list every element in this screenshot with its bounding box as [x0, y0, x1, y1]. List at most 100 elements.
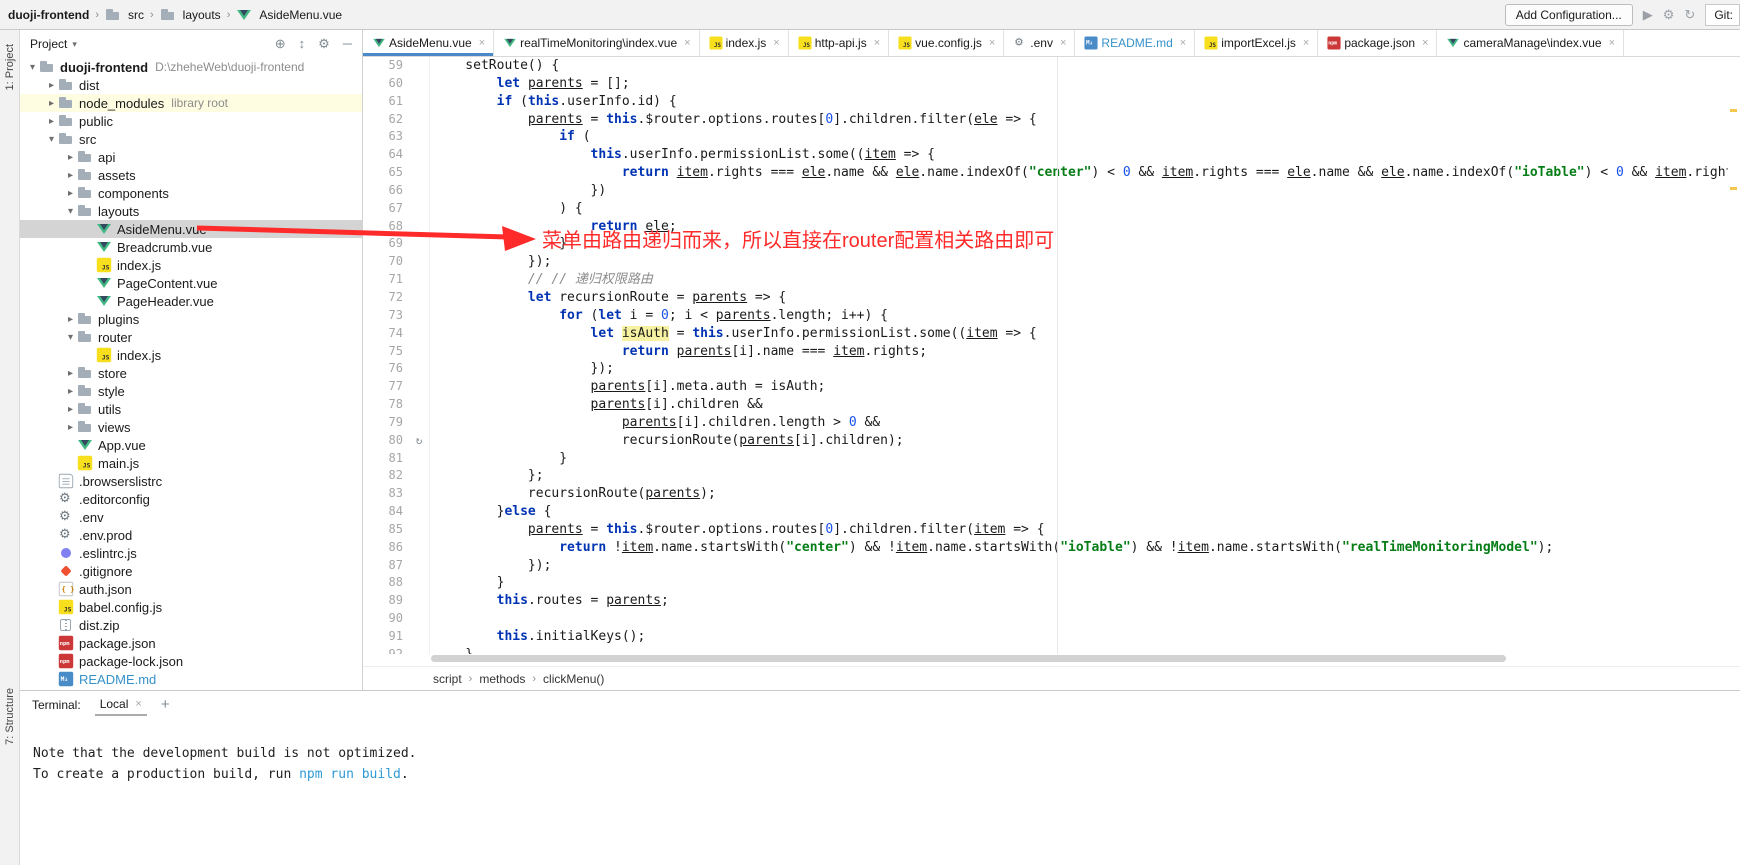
close-icon[interactable]: ×: [135, 698, 141, 710]
tree-item-duoji-frontend[interactable]: ▾duoji-frontendD:\zheheWeb\duoji-fronten…: [20, 58, 362, 76]
editor-tab-importexcel.js[interactable]: importExcel.js×: [1195, 30, 1318, 56]
line-number[interactable]: 60: [363, 75, 409, 93]
editor-tab-readme.md[interactable]: README.md×: [1075, 30, 1195, 56]
chevron-right-icon[interactable]: ▸: [64, 170, 77, 181]
code-line-78[interactable]: 78 parents[i].children &&: [363, 396, 1728, 414]
terminal-tab-local[interactable]: Local ×: [95, 693, 147, 716]
line-number[interactable]: 88: [363, 574, 409, 592]
line-number[interactable]: 85: [363, 521, 409, 539]
editor-tab-.env[interactable]: .env×: [1004, 30, 1075, 56]
close-icon[interactable]: ×: [1609, 37, 1615, 49]
code-line-61[interactable]: 61 if (this.userInfo.id) {: [363, 93, 1728, 111]
code-line-62[interactable]: 62 parents = this.$router.options.routes…: [363, 111, 1728, 129]
run-icon[interactable]: ▶: [1643, 8, 1653, 21]
tree-item-.editorconfig[interactable]: .editorconfig: [20, 490, 362, 508]
add-configuration-button[interactable]: Add Configuration...: [1505, 4, 1633, 26]
close-icon[interactable]: ×: [1303, 37, 1309, 49]
chevron-right-icon[interactable]: ▸: [45, 80, 58, 91]
chevron-right-icon[interactable]: ▸: [64, 404, 77, 415]
close-icon[interactable]: ×: [874, 37, 880, 49]
line-number[interactable]: 72: [363, 289, 409, 307]
code-line-64[interactable]: 64 this.userInfo.permissionList.some((it…: [363, 146, 1728, 164]
tree-item-views[interactable]: ▸views: [20, 418, 362, 436]
chevron-right-icon[interactable]: ▸: [64, 386, 77, 397]
line-number[interactable]: 75: [363, 343, 409, 361]
editor-tab-asidemenu.vue[interactable]: AsideMenu.vue×: [363, 30, 494, 56]
chevron-right-icon[interactable]: ▸: [45, 98, 58, 109]
code-line-85[interactable]: 85 parents = this.$router.options.routes…: [363, 521, 1728, 539]
line-number[interactable]: 69: [363, 235, 409, 253]
chevron-down-icon[interactable]: ▾: [64, 332, 77, 343]
chevron-down-icon[interactable]: ▾: [64, 206, 77, 217]
editor-tab-http-api.js[interactable]: http-api.js×: [789, 30, 889, 56]
code-line-74[interactable]: 74 let isAuth = this.userInfo.permission…: [363, 325, 1728, 343]
close-icon[interactable]: ×: [773, 37, 779, 49]
tree-item-node_modules[interactable]: ▸node_moduleslibrary root: [20, 94, 362, 112]
tree-item-breadcrumb.vue[interactable]: Breadcrumb.vue: [20, 238, 362, 256]
tree-item-.gitignore[interactable]: .gitignore: [20, 562, 362, 580]
code-line-92[interactable]: 92 },: [363, 646, 1728, 654]
code-line-84[interactable]: 84 }else {: [363, 503, 1728, 521]
chevron-right-icon[interactable]: ▸: [64, 368, 77, 379]
horizontal-scrollbar[interactable]: [431, 655, 1506, 662]
sync-icon[interactable]: ↻: [1684, 8, 1695, 21]
editor-tab-realtimemonitoring-index.vue[interactable]: realTimeMonitoring\index.vue×: [494, 30, 699, 56]
inspection-scroll-column[interactable]: [1728, 57, 1740, 654]
code-line-67[interactable]: 67 ) {: [363, 200, 1728, 218]
tree-item-dist[interactable]: ▸dist: [20, 76, 362, 94]
code-line-86[interactable]: 86 return !item.name.startsWith("center"…: [363, 539, 1728, 557]
tree-item-layouts[interactable]: ▾layouts: [20, 202, 362, 220]
code-line-66[interactable]: 66 }): [363, 182, 1728, 200]
tree-item-index.js[interactable]: index.js: [20, 256, 362, 274]
tree-item-auth.json[interactable]: auth.json: [20, 580, 362, 598]
chevron-down-icon[interactable]: ▾: [45, 134, 58, 145]
line-number[interactable]: 70: [363, 253, 409, 271]
close-icon[interactable]: ×: [1422, 37, 1428, 49]
close-icon[interactable]: ×: [684, 37, 690, 49]
settings-icon[interactable]: ⚙: [1663, 8, 1675, 21]
code-line-80[interactable]: 80↻ recursionRoute(parents[i].children);: [363, 432, 1728, 450]
line-number[interactable]: 87: [363, 557, 409, 575]
tree-item-dist.zip[interactable]: dist.zip: [20, 616, 362, 634]
line-number[interactable]: 92: [363, 646, 409, 654]
code-line-65[interactable]: 65 return item.rights === ele.name && el…: [363, 164, 1728, 182]
close-icon[interactable]: ×: [989, 37, 995, 49]
tree-item-assets[interactable]: ▸assets: [20, 166, 362, 184]
line-number[interactable]: 74: [363, 325, 409, 343]
line-number[interactable]: 63: [363, 128, 409, 146]
editor-tab-cameramanage-index.vue[interactable]: cameraManage\index.vue×: [1437, 30, 1624, 56]
tree-item-.env[interactable]: .env: [20, 508, 362, 526]
line-number[interactable]: 81: [363, 450, 409, 468]
tree-item-asidemenu.vue[interactable]: AsideMenu.vue: [20, 220, 362, 238]
editor-tab-vue.config.js[interactable]: vue.config.js×: [889, 30, 1004, 56]
line-number[interactable]: 77: [363, 378, 409, 396]
tree-item-readme.md[interactable]: README.md: [20, 670, 362, 688]
editor-breadcrumb-methods[interactable]: methods: [479, 672, 525, 686]
tree-item-app.vue[interactable]: App.vue: [20, 436, 362, 454]
code-line-59[interactable]: 59 setRoute() {: [363, 57, 1728, 75]
line-number[interactable]: 90: [363, 610, 409, 628]
code-line-83[interactable]: 83 recursionRoute(parents);: [363, 485, 1728, 503]
terminal-output[interactable]: Note that the development build is not o…: [20, 718, 1740, 785]
tree-item-components[interactable]: ▸components: [20, 184, 362, 202]
close-icon[interactable]: ×: [1180, 37, 1186, 49]
tree-item-utils[interactable]: ▸utils: [20, 400, 362, 418]
code-line-70[interactable]: 70 });: [363, 253, 1728, 271]
tree-item-index.js[interactable]: index.js: [20, 346, 362, 364]
line-number[interactable]: 62: [363, 111, 409, 129]
line-number[interactable]: 80: [363, 432, 409, 450]
code-line-90[interactable]: 90: [363, 610, 1728, 628]
chevron-right-icon[interactable]: ▸: [45, 116, 58, 127]
gear-icon[interactable]: ⚙: [318, 36, 330, 52]
line-number[interactable]: 66: [363, 182, 409, 200]
line-number[interactable]: 67: [363, 200, 409, 218]
line-number[interactable]: 59: [363, 57, 409, 75]
tree-item-.env.prod[interactable]: .env.prod: [20, 526, 362, 544]
code-line-71[interactable]: 71 // // 递归权限路由: [363, 271, 1728, 289]
tree-item-style[interactable]: ▸style: [20, 382, 362, 400]
tree-item-.eslintrc.js[interactable]: .eslintrc.js: [20, 544, 362, 562]
locate-file-icon[interactable]: ⊕: [275, 36, 286, 52]
line-number[interactable]: 76: [363, 360, 409, 378]
hide-panel-icon[interactable]: ─: [343, 36, 352, 52]
chevron-right-icon[interactable]: ▸: [64, 314, 77, 325]
